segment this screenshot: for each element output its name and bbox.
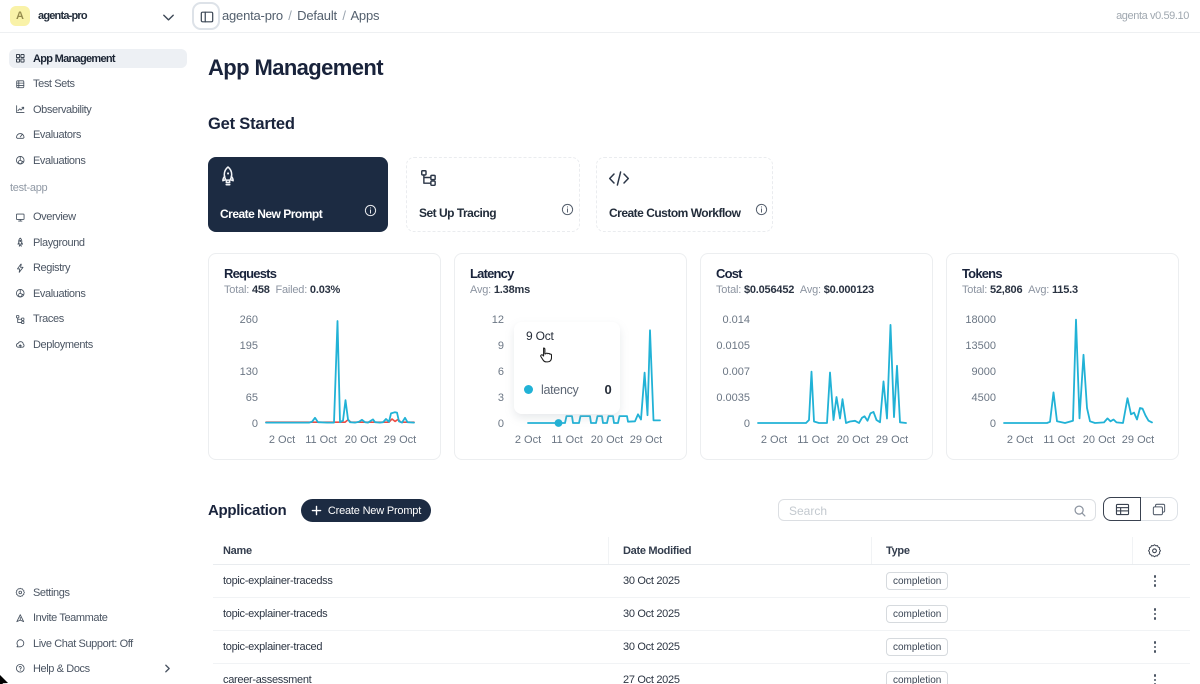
svg-text:20 Oct: 20 Oct xyxy=(1083,434,1115,446)
svg-text:0.0105: 0.0105 xyxy=(716,340,750,352)
svg-text:20 Oct: 20 Oct xyxy=(591,434,623,446)
svg-text:9000: 9000 xyxy=(972,366,996,378)
svg-text:11 Oct: 11 Oct xyxy=(1043,434,1075,446)
svg-text:29 Oct: 29 Oct xyxy=(630,434,662,446)
svg-text:11 Oct: 11 Oct xyxy=(551,434,583,446)
svg-text:0.014: 0.014 xyxy=(722,314,750,326)
svg-text:11 Oct: 11 Oct xyxy=(305,434,337,446)
svg-text:0: 0 xyxy=(498,418,504,430)
svg-text:2 Oct: 2 Oct xyxy=(515,434,541,446)
svg-text:11 Oct: 11 Oct xyxy=(797,434,829,446)
svg-text:4500: 4500 xyxy=(972,392,996,404)
svg-text:20 Oct: 20 Oct xyxy=(837,434,869,446)
svg-text:29 Oct: 29 Oct xyxy=(876,434,908,446)
svg-text:3: 3 xyxy=(498,392,504,404)
svg-text:9: 9 xyxy=(498,340,504,352)
svg-text:29 Oct: 29 Oct xyxy=(384,434,416,446)
svg-text:0: 0 xyxy=(990,418,996,430)
svg-text:20 Oct: 20 Oct xyxy=(345,434,377,446)
svg-text:0.0035: 0.0035 xyxy=(716,392,750,404)
svg-text:0: 0 xyxy=(744,418,750,430)
svg-text:65: 65 xyxy=(246,392,258,404)
svg-text:0.007: 0.007 xyxy=(722,366,750,378)
svg-text:2 Oct: 2 Oct xyxy=(761,434,787,446)
svg-text:18000: 18000 xyxy=(965,314,996,326)
svg-text:13500: 13500 xyxy=(965,340,996,352)
svg-text:130: 130 xyxy=(240,366,258,378)
svg-text:29 Oct: 29 Oct xyxy=(1122,434,1154,446)
svg-text:12: 12 xyxy=(492,314,504,326)
svg-text:260: 260 xyxy=(240,314,258,326)
svg-text:2 Oct: 2 Oct xyxy=(269,434,295,446)
svg-text:2 Oct: 2 Oct xyxy=(1007,434,1033,446)
svg-text:195: 195 xyxy=(240,340,258,352)
svg-text:0: 0 xyxy=(252,418,258,430)
svg-text:6: 6 xyxy=(498,366,504,378)
